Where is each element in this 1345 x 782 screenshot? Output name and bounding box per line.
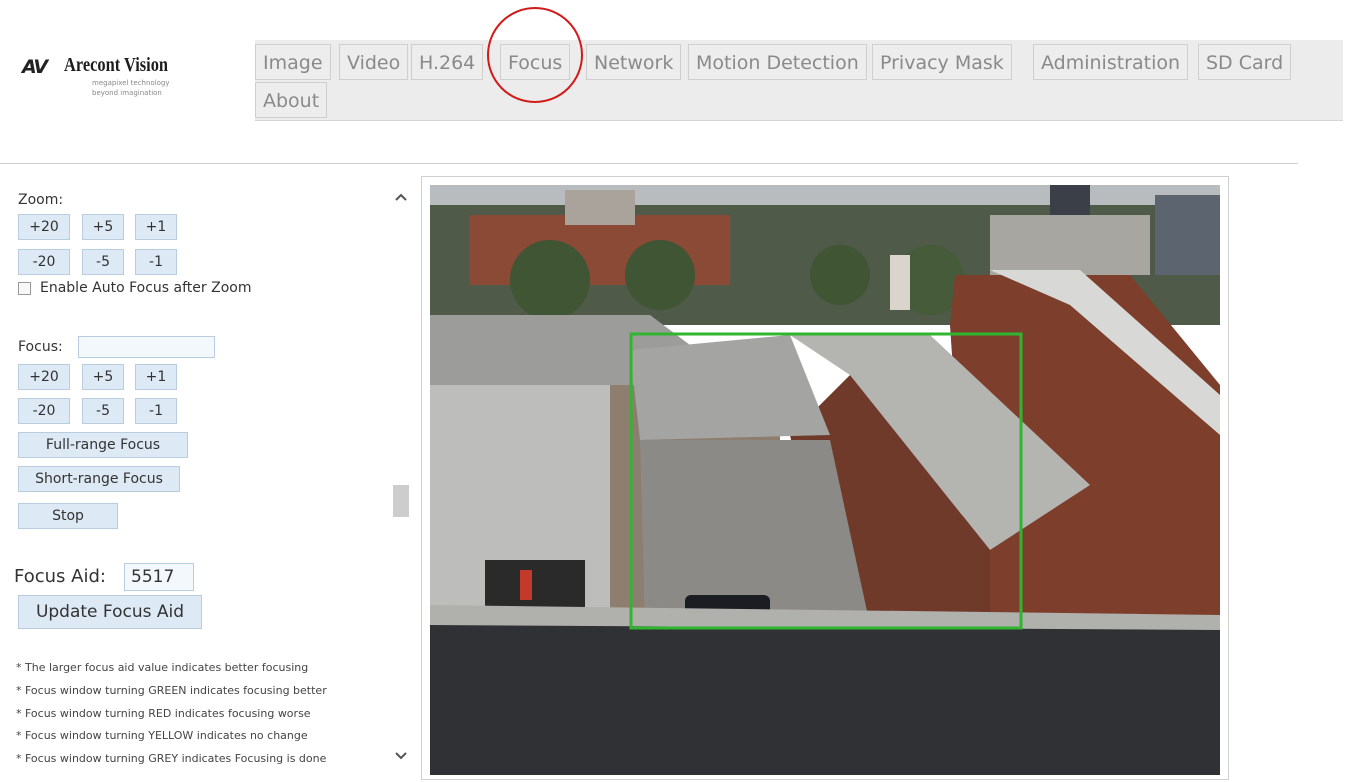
help-note: * Focus window turning RED indicates foc…	[16, 707, 311, 720]
full-range-focus-button[interactable]: Full-range Focus	[18, 432, 188, 458]
stop-focus-button[interactable]: Stop	[18, 503, 118, 529]
tab-image[interactable]: Image	[255, 44, 331, 80]
zoom-minus-5-button[interactable]: -5	[82, 249, 124, 275]
tab-motion-detection[interactable]: Motion Detection	[688, 44, 867, 80]
tab-about[interactable]: About	[255, 82, 328, 118]
zoom-plus-5-button[interactable]: +5	[82, 214, 124, 240]
focus-minus-1-button[interactable]: -1	[135, 398, 177, 424]
focus-minus-20-button[interactable]: -20	[18, 398, 70, 424]
auto-focus-after-zoom-label: Enable Auto Focus after Zoom	[40, 280, 252, 296]
focus-label: Focus:	[18, 339, 63, 355]
chevron-up-icon[interactable]	[394, 190, 408, 206]
zoom-minus-20-button[interactable]: -20	[18, 249, 70, 275]
help-note: * Focus window turning GREY indicates Fo…	[16, 752, 327, 765]
logo-tagline: beyond imagination	[92, 89, 162, 97]
tab-privacy-mask[interactable]: Privacy Mask	[872, 44, 1012, 80]
focus-value-field[interactable]	[78, 336, 215, 358]
focus-minus-5-button[interactable]: -5	[82, 398, 124, 424]
auto-focus-after-zoom-checkbox[interactable]	[18, 282, 31, 295]
focus-plus-1-button[interactable]: +1	[135, 364, 177, 390]
update-focus-aid-button[interactable]: Update Focus Aid	[18, 595, 202, 629]
short-range-focus-button[interactable]: Short-range Focus	[18, 466, 180, 492]
tab-administration[interactable]: Administration	[1033, 44, 1189, 80]
tab-network[interactable]: Network	[586, 44, 682, 80]
tab-sd-card[interactable]: SD Card	[1198, 44, 1292, 80]
focus-aid-value-field: 5517	[124, 563, 194, 591]
logo-mark: AV	[22, 56, 48, 78]
logo: AV Arecont Vision megapixel technology b…	[22, 50, 212, 110]
focus-aid-label: Focus Aid:	[14, 566, 106, 587]
panel-scrollbar-thumb[interactable]	[393, 485, 409, 517]
main-menu: Image Video H.264 Focus Network Motion D…	[255, 40, 1343, 121]
focus-tab-highlight-circle	[487, 7, 583, 103]
zoom-label: Zoom:	[18, 192, 64, 208]
help-note: * The larger focus aid value indicates b…	[16, 661, 309, 674]
camera-live-image[interactable]	[430, 185, 1220, 775]
tab-video[interactable]: Video	[339, 44, 409, 80]
zoom-plus-1-button[interactable]: +1	[135, 214, 177, 240]
help-note: * Focus window turning YELLOW indicates …	[16, 729, 308, 742]
tab-h264[interactable]: H.264	[411, 44, 484, 80]
zoom-plus-20-button[interactable]: +20	[18, 214, 70, 240]
focus-plus-5-button[interactable]: +5	[82, 364, 124, 390]
help-note: * Focus window turning GREEN indicates f…	[16, 684, 327, 697]
divider	[0, 163, 1298, 164]
zoom-minus-1-button[interactable]: -1	[135, 249, 177, 275]
focus-plus-20-button[interactable]: +20	[18, 364, 70, 390]
logo-name: Arecont Vision	[64, 54, 169, 76]
chevron-down-icon[interactable]	[394, 749, 408, 765]
logo-tagline: megapixel technology	[92, 79, 170, 87]
